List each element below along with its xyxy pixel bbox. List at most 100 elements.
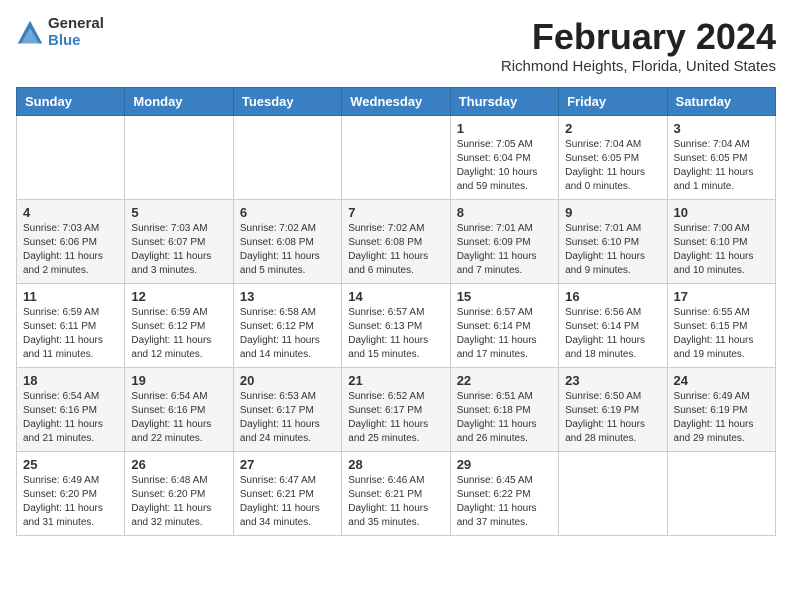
day-number: 22: [457, 373, 552, 388]
day-cell: 26 Sunrise: 6:48 AMSunset: 6:20 PMDayligh…: [125, 452, 233, 536]
day-info: Sunrise: 6:49 AMSunset: 6:19 PMDaylight:…: [674, 390, 769, 446]
day-number: 27: [240, 457, 335, 472]
week-row-1: 1 Sunrise: 7:05 AMSunset: 6:04 PMDaylight…: [17, 116, 776, 200]
header-row: SundayMondayTuesdayWednesdayThursdayFrid…: [17, 88, 776, 116]
day-cell: 9 Sunrise: 7:01 AMSunset: 6:10 PMDaylight…: [559, 200, 667, 284]
day-cell: 14 Sunrise: 6:57 AMSunset: 6:13 PMDayligh…: [342, 284, 450, 368]
day-cell: 20 Sunrise: 6:53 AMSunset: 6:17 PMDayligh…: [233, 368, 341, 452]
day-number: 19: [131, 373, 226, 388]
subtitle: Richmond Heights, Florida, United States: [501, 58, 776, 75]
day-info: Sunrise: 6:54 AMSunset: 6:16 PMDaylight:…: [23, 390, 118, 446]
day-number: 2: [565, 121, 660, 136]
day-number: 11: [23, 289, 118, 304]
header-cell-friday: Friday: [559, 88, 667, 116]
week-row-2: 4Sunrise: 7:03 AMSunset: 6:06 PMDaylight…: [17, 200, 776, 284]
day-cell: 27 Sunrise: 6:47 AMSunset: 6:21 PMDayligh…: [233, 452, 341, 536]
day-info: Sunrise: 7:01 AMSunset: 6:10 PMDaylight:…: [565, 222, 660, 278]
day-cell: 28 Sunrise: 6:46 AMSunset: 6:21 PMDayligh…: [342, 452, 450, 536]
day-cell: 7Sunrise: 7:02 AMSunset: 6:08 PMDaylight…: [342, 200, 450, 284]
day-info: Sunrise: 6:47 AMSunset: 6:21 PMDaylight:…: [240, 474, 335, 530]
day-cell: [559, 452, 667, 536]
day-cell: 25 Sunrise: 6:49 AMSunset: 6:20 PMDayligh…: [17, 452, 125, 536]
day-info: Sunrise: 6:55 AMSunset: 6:15 PMDaylight:…: [674, 306, 769, 362]
day-info: Sunrise: 6:45 AMSunset: 6:22 PMDaylight:…: [457, 474, 552, 530]
header-cell-thursday: Thursday: [450, 88, 558, 116]
day-info: Sunrise: 6:52 AMSunset: 6:17 PMDaylight:…: [348, 390, 443, 446]
day-info: Sunrise: 6:57 AMSunset: 6:14 PMDaylight:…: [457, 306, 552, 362]
logo: General Blue: [16, 16, 104, 49]
week-row-4: 18 Sunrise: 6:54 AMSunset: 6:16 PMDayligh…: [17, 368, 776, 452]
week-row-5: 25 Sunrise: 6:49 AMSunset: 6:20 PMDayligh…: [17, 452, 776, 536]
day-cell: 19 Sunrise: 6:54 AMSunset: 6:16 PMDayligh…: [125, 368, 233, 452]
day-number: 29: [457, 457, 552, 472]
day-info: Sunrise: 6:50 AMSunset: 6:19 PMDaylight:…: [565, 390, 660, 446]
header-cell-saturday: Saturday: [667, 88, 775, 116]
day-info: Sunrise: 6:57 AMSunset: 6:13 PMDaylight:…: [348, 306, 443, 362]
day-number: 18: [23, 373, 118, 388]
day-number: 9: [565, 205, 660, 220]
day-info: Sunrise: 6:53 AMSunset: 6:17 PMDaylight:…: [240, 390, 335, 446]
day-number: 5: [131, 205, 226, 220]
day-info: Sunrise: 6:59 AMSunset: 6:12 PMDaylight:…: [131, 306, 226, 362]
day-cell: [125, 116, 233, 200]
day-info: Sunrise: 7:04 AMSunset: 6:05 PMDaylight:…: [565, 138, 660, 194]
day-cell: 24Sunrise: 6:49 AMSunset: 6:19 PMDayligh…: [667, 368, 775, 452]
day-info: Sunrise: 7:05 AMSunset: 6:04 PMDaylight:…: [457, 138, 552, 194]
day-number: 6: [240, 205, 335, 220]
day-info: Sunrise: 6:56 AMSunset: 6:14 PMDaylight:…: [565, 306, 660, 362]
day-cell: 6Sunrise: 7:02 AMSunset: 6:08 PMDaylight…: [233, 200, 341, 284]
day-number: 25: [23, 457, 118, 472]
day-cell: 1 Sunrise: 7:05 AMSunset: 6:04 PMDaylight…: [450, 116, 558, 200]
day-info: Sunrise: 7:03 AMSunset: 6:06 PMDaylight:…: [23, 222, 118, 278]
day-number: 21: [348, 373, 443, 388]
day-info: Sunrise: 6:48 AMSunset: 6:20 PMDaylight:…: [131, 474, 226, 530]
day-cell: 3Sunrise: 7:04 AMSunset: 6:05 PMDaylight…: [667, 116, 775, 200]
logo-general-label: General: [48, 16, 104, 33]
day-info: Sunrise: 6:46 AMSunset: 6:21 PMDaylight:…: [348, 474, 443, 530]
day-cell: 11 Sunrise: 6:59 AMSunset: 6:11 PMDayligh…: [17, 284, 125, 368]
day-number: 12: [131, 289, 226, 304]
day-info: Sunrise: 7:01 AMSunset: 6:09 PMDaylight:…: [457, 222, 552, 278]
day-number: 17: [674, 289, 769, 304]
day-cell: 10Sunrise: 7:00 AMSunset: 6:10 PMDayligh…: [667, 200, 775, 284]
day-number: 14: [348, 289, 443, 304]
logo-icon: [16, 19, 44, 47]
day-cell: 17 Sunrise: 6:55 AMSunset: 6:15 PMDayligh…: [667, 284, 775, 368]
day-number: 26: [131, 457, 226, 472]
day-cell: 22 Sunrise: 6:51 AMSunset: 6:18 PMDayligh…: [450, 368, 558, 452]
day-cell: 2 Sunrise: 7:04 AMSunset: 6:05 PMDaylight…: [559, 116, 667, 200]
day-cell: 15 Sunrise: 6:57 AMSunset: 6:14 PMDayligh…: [450, 284, 558, 368]
day-number: 3: [674, 121, 769, 136]
calendar-body: 1 Sunrise: 7:05 AMSunset: 6:04 PMDaylight…: [17, 116, 776, 536]
day-cell: [342, 116, 450, 200]
day-cell: [233, 116, 341, 200]
day-info: Sunrise: 7:02 AMSunset: 6:08 PMDaylight:…: [348, 222, 443, 278]
day-number: 16: [565, 289, 660, 304]
day-number: 1: [457, 121, 552, 136]
day-number: 20: [240, 373, 335, 388]
day-info: Sunrise: 6:54 AMSunset: 6:16 PMDaylight:…: [131, 390, 226, 446]
day-info: Sunrise: 6:59 AMSunset: 6:11 PMDaylight:…: [23, 306, 118, 362]
day-info: Sunrise: 7:03 AMSunset: 6:07 PMDaylight:…: [131, 222, 226, 278]
header: General Blue February 2024 Richmond Heig…: [16, 16, 776, 75]
day-cell: 21 Sunrise: 6:52 AMSunset: 6:17 PMDayligh…: [342, 368, 450, 452]
day-cell: 29 Sunrise: 6:45 AMSunset: 6:22 PMDayligh…: [450, 452, 558, 536]
day-cell: 16 Sunrise: 6:56 AMSunset: 6:14 PMDayligh…: [559, 284, 667, 368]
title-section: February 2024 Richmond Heights, Florida,…: [501, 16, 776, 75]
day-number: 8: [457, 205, 552, 220]
header-cell-tuesday: Tuesday: [233, 88, 341, 116]
day-info: Sunrise: 6:51 AMSunset: 6:18 PMDaylight:…: [457, 390, 552, 446]
day-number: 28: [348, 457, 443, 472]
calendar: SundayMondayTuesdayWednesdayThursdayFrid…: [16, 87, 776, 536]
day-number: 23: [565, 373, 660, 388]
day-cell: 18 Sunrise: 6:54 AMSunset: 6:16 PMDayligh…: [17, 368, 125, 452]
day-number: 15: [457, 289, 552, 304]
week-row-3: 11 Sunrise: 6:59 AMSunset: 6:11 PMDayligh…: [17, 284, 776, 368]
logo-blue-label: Blue: [48, 33, 104, 50]
header-cell-sunday: Sunday: [17, 88, 125, 116]
calendar-header: SundayMondayTuesdayWednesdayThursdayFrid…: [17, 88, 776, 116]
day-cell: 4Sunrise: 7:03 AMSunset: 6:06 PMDaylight…: [17, 200, 125, 284]
logo-text: General Blue: [48, 16, 104, 49]
day-info: Sunrise: 6:49 AMSunset: 6:20 PMDaylight:…: [23, 474, 118, 530]
day-cell: 5 Sunrise: 7:03 AMSunset: 6:07 PMDaylight…: [125, 200, 233, 284]
